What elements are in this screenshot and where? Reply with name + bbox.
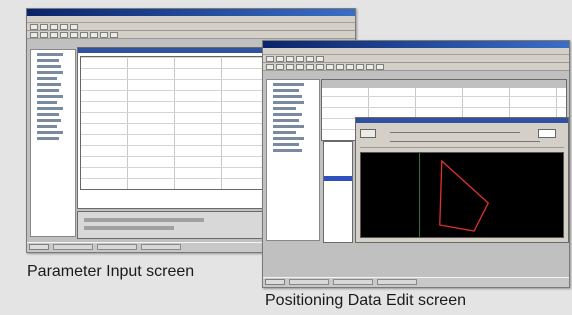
- toolbar-secondary: [263, 63, 569, 71]
- positioning-data-edit-screenshot: [262, 40, 570, 288]
- menu-bar: [27, 16, 355, 23]
- project-tree: [30, 49, 76, 237]
- dialog-controls: [360, 127, 564, 148]
- positioning-window-title: [322, 80, 566, 88]
- locus-plot-svg: [419, 153, 490, 237]
- project-tree: [266, 79, 320, 241]
- menu-bar: [263, 48, 569, 55]
- taskbar: [263, 277, 569, 287]
- dialog-title-bar: [356, 118, 568, 123]
- row-list: [323, 141, 353, 243]
- caption-positioning-data-edit: Positioning Data Edit screen: [265, 292, 466, 309]
- caption-parameter-input: Parameter Input screen: [27, 263, 195, 280]
- toolbar-secondary: [27, 31, 355, 39]
- title-bar: [27, 9, 355, 16]
- locus-trace: [439, 159, 490, 232]
- locus-plot: [360, 152, 564, 238]
- title-bar: [263, 41, 569, 48]
- toolbar: [263, 55, 569, 63]
- locus-dialog: [355, 117, 569, 243]
- toolbar: [27, 23, 355, 31]
